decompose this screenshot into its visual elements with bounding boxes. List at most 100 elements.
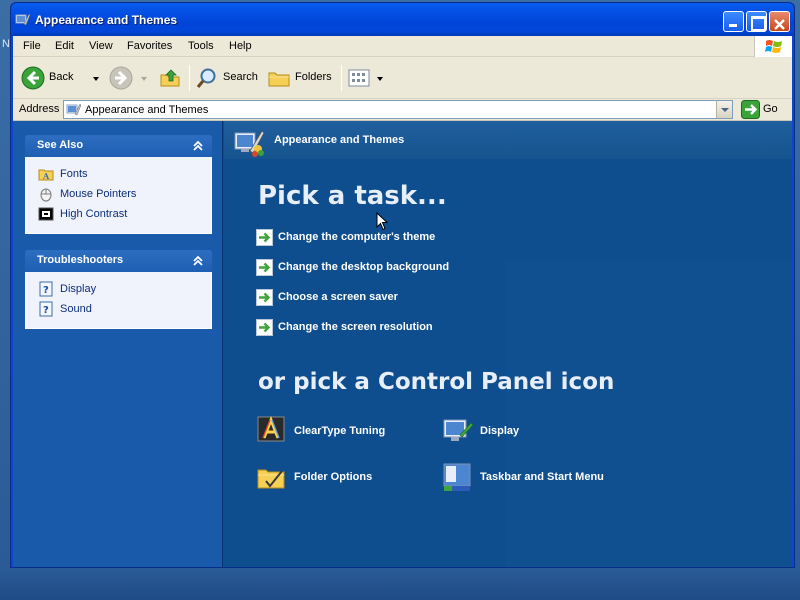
minimize-button[interactable] xyxy=(723,11,744,32)
troubleshooters-panel: Troubleshooters ? Display ? Sound xyxy=(25,250,212,329)
sidebar-item-label: Fonts xyxy=(60,168,88,180)
window-title: Appearance and Themes xyxy=(35,13,178,27)
cp-item-label: ClearType Tuning xyxy=(294,425,386,437)
search-label: Search xyxy=(223,71,258,83)
pick-task-heading: Pick a task... xyxy=(258,181,447,211)
folders-button[interactable]: Folders xyxy=(267,63,335,93)
cp-item-label: Folder Options xyxy=(294,471,373,483)
back-dropdown-icon[interactable] xyxy=(93,77,99,81)
desktop-bottom xyxy=(0,570,800,600)
sidebar-item-label: High Contrast xyxy=(60,208,128,220)
high-contrast-icon xyxy=(38,206,54,222)
address-value: Appearance and Themes xyxy=(85,104,209,116)
collapse-chevron-icon[interactable] xyxy=(192,255,204,267)
forward-arrow-icon xyxy=(109,66,133,90)
help-icon: ? xyxy=(38,301,54,317)
task-arrow-icon xyxy=(256,259,273,276)
see-also-title: See Also xyxy=(37,139,84,151)
task-label: Change the computer's theme xyxy=(278,231,436,243)
forward-button[interactable] xyxy=(109,63,149,93)
see-also-header[interactable]: See Also xyxy=(25,135,212,157)
sidebar-item-label: Display xyxy=(60,283,97,295)
views-dropdown-icon[interactable] xyxy=(377,77,383,81)
collapse-chevron-icon[interactable] xyxy=(192,140,204,152)
mouse-icon xyxy=(38,186,54,202)
background-watermark xyxy=(506,261,792,567)
back-button[interactable]: Back xyxy=(21,63,99,93)
sidebar-item-label: Sound xyxy=(60,303,92,315)
toolbar-separator xyxy=(341,65,342,91)
task-arrow-icon xyxy=(256,289,273,306)
go-label: Go xyxy=(763,103,778,115)
windows-logo xyxy=(754,36,792,57)
svg-text:?: ? xyxy=(43,285,49,296)
task-label: Choose a screen saver xyxy=(278,291,398,303)
menu-bar: File Edit View Favorites Tools Help xyxy=(13,36,792,57)
views-grid-icon xyxy=(347,66,371,90)
search-icon xyxy=(195,66,219,90)
back-arrow-icon xyxy=(21,66,45,90)
task-label: Change the screen resolution xyxy=(278,321,433,333)
go-arrow-icon xyxy=(741,100,760,119)
up-folder-icon xyxy=(159,66,183,90)
appearance-themes-icon xyxy=(232,127,266,159)
troubleshooters-title: Troubleshooters xyxy=(37,254,124,266)
folder-options-icon xyxy=(256,461,288,493)
search-button[interactable]: Search xyxy=(195,63,258,93)
folders-label: Folders xyxy=(295,71,332,83)
address-bar: Address Appearance and Themes Go xyxy=(13,99,792,121)
close-icon xyxy=(773,18,786,31)
see-also-panel: See Also A Fonts Mouse Pointers High Con… xyxy=(25,135,212,234)
sidebar-item-high-contrast[interactable]: High Contrast xyxy=(38,205,211,225)
desktop-edge-text: N xyxy=(2,38,10,50)
maximize-button[interactable] xyxy=(746,11,767,32)
cp-item-label: Display xyxy=(480,425,520,437)
help-icon: ? xyxy=(38,281,54,297)
menu-help[interactable]: Help xyxy=(229,40,252,52)
task-arrow-icon xyxy=(256,229,273,246)
see-also-body: A Fonts Mouse Pointers High Contrast xyxy=(25,157,212,234)
close-button[interactable] xyxy=(769,11,790,32)
category-title: Appearance and Themes xyxy=(274,134,405,146)
troubleshooters-body: ? Display ? Sound xyxy=(25,272,212,329)
explorer-window: Appearance and Themes File Edit View Fav… xyxy=(10,2,795,568)
back-label: Back xyxy=(49,71,74,83)
menu-view[interactable]: View xyxy=(89,40,113,52)
windows-flag-icon xyxy=(765,38,783,55)
address-field[interactable]: Appearance and Themes xyxy=(63,100,733,119)
menu-file[interactable]: File xyxy=(23,40,41,52)
cleartype-icon xyxy=(256,415,288,447)
sidebar-item-display[interactable]: ? Display xyxy=(38,280,211,300)
toolbar-separator xyxy=(189,65,190,91)
sidebar-item-label: Mouse Pointers xyxy=(60,188,137,200)
control-panel-icon xyxy=(15,12,31,28)
up-button[interactable] xyxy=(159,63,185,93)
category-header: Appearance and Themes xyxy=(224,121,792,159)
menu-edit[interactable]: Edit xyxy=(55,40,74,52)
display-icon xyxy=(442,415,474,447)
task-label: Change the desktop background xyxy=(278,261,450,273)
fonts-folder-icon: A xyxy=(38,166,54,182)
sidebar-item-fonts[interactable]: A Fonts xyxy=(38,165,211,185)
svg-text:A: A xyxy=(42,171,50,181)
sidebar-item-mouse-pointers[interactable]: Mouse Pointers xyxy=(38,185,211,205)
folders-icon xyxy=(267,66,291,90)
cp-item-label: Taskbar and Start Menu xyxy=(480,471,604,483)
sidebar: See Also A Fonts Mouse Pointers High Con… xyxy=(13,121,223,567)
pick-icon-heading: or pick a Control Panel icon xyxy=(258,369,615,395)
svg-text:?: ? xyxy=(43,305,49,316)
main-content: Appearance and Themes Pick a task... Cha… xyxy=(224,121,792,567)
address-label: Address xyxy=(19,103,60,115)
forward-dropdown-icon xyxy=(141,77,147,81)
toolbar: Back Search Folders xyxy=(13,57,792,99)
task-arrow-icon xyxy=(256,319,273,336)
troubleshooters-header[interactable]: Troubleshooters xyxy=(25,250,212,272)
taskbar-icon xyxy=(442,461,474,493)
address-dropdown-button[interactable] xyxy=(716,101,732,118)
control-panel-icon xyxy=(66,102,82,118)
title-bar[interactable]: Appearance and Themes xyxy=(11,3,794,36)
views-button[interactable] xyxy=(347,63,383,93)
menu-tools[interactable]: Tools xyxy=(188,40,214,52)
menu-favorites[interactable]: Favorites xyxy=(127,40,172,52)
sidebar-item-sound[interactable]: ? Sound xyxy=(38,300,211,320)
